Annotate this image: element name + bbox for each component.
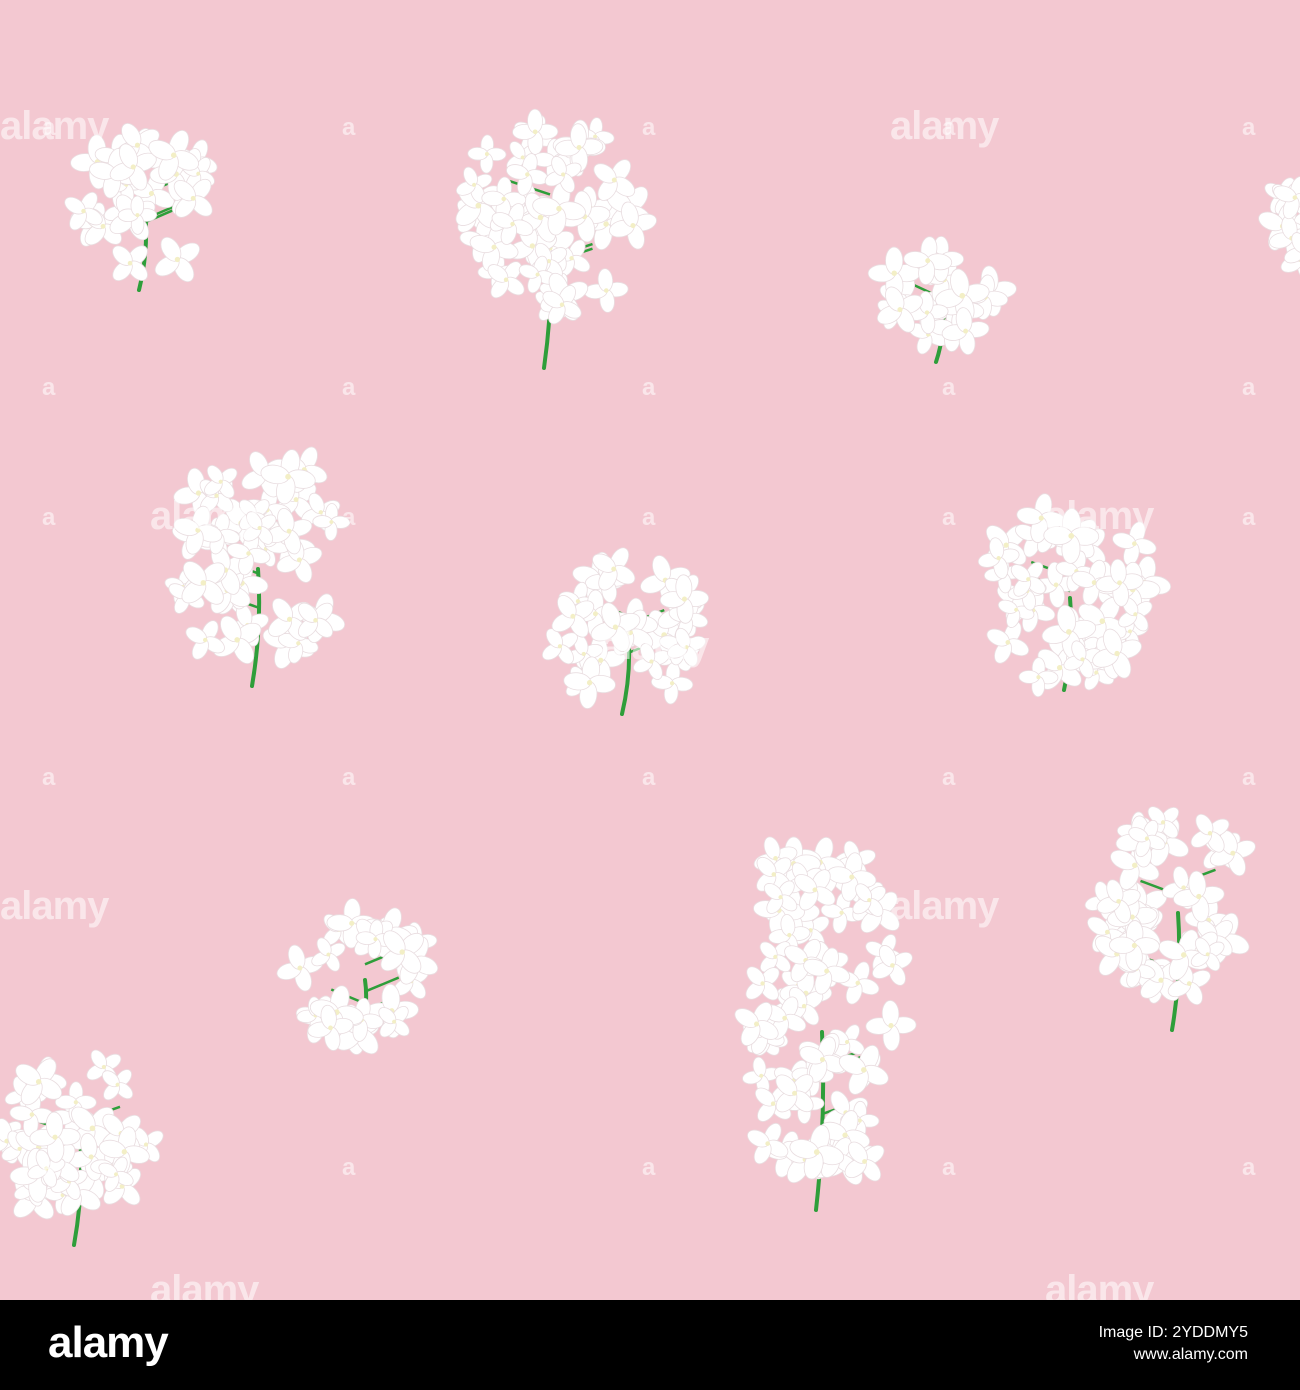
watermark-glyph: a	[1242, 1154, 1256, 1181]
footer-image-info: Image ID: 2YDDMY5 www.alamy.com	[1099, 1322, 1248, 1366]
watermark-glyph: a	[42, 114, 56, 141]
watermark-glyph: a	[342, 1154, 356, 1181]
watermark: alamy	[150, 1268, 259, 1300]
watermark-glyph: a	[342, 374, 356, 401]
watermark-glyph: a	[942, 504, 956, 531]
image-id: Image ID: 2YDDMY5	[1098, 1324, 1248, 1341]
watermark: alamy	[890, 884, 999, 928]
photo: alamy alamy alamy alamy alamy alamy alam…	[0, 0, 1300, 1300]
watermark-glyph: a	[942, 374, 956, 401]
watermark-glyph: a	[42, 764, 56, 791]
lilac-cluster	[867, 235, 1017, 364]
watermark-glyph: a	[42, 1154, 56, 1181]
lilac-cluster	[1084, 806, 1256, 1032]
lilac-cluster	[276, 898, 439, 1055]
lilac-cluster	[164, 446, 351, 688]
watermark-glyph: a	[642, 764, 656, 791]
watermark-glyph: a	[42, 504, 56, 531]
watermark-glyph: a	[42, 374, 56, 401]
site-url: www.alamy.com	[1133, 1346, 1248, 1363]
watermark-glyph: a	[1242, 764, 1256, 791]
watermark-glyph: a	[942, 764, 956, 791]
footer-bar: alamy Image ID: 2YDDMY5 www.alamy.com	[0, 1300, 1300, 1390]
watermark: alamy	[1045, 1268, 1154, 1300]
watermark-glyph: a	[1242, 504, 1256, 531]
watermark: alamy	[150, 494, 259, 538]
watermark-glyph: a	[942, 114, 956, 141]
watermark-glyph: a	[1242, 374, 1256, 401]
watermark: alamy	[0, 884, 109, 928]
watermark-glyph: a	[1242, 114, 1256, 141]
watermark-glyph: a	[642, 114, 656, 141]
lilac-cluster	[455, 108, 657, 370]
watermark-glyph: a	[642, 374, 656, 401]
footer-logo: alamy	[48, 1318, 169, 1367]
watermark-glyph: a	[942, 1154, 956, 1181]
lilac-cluster	[0, 1049, 164, 1247]
watermark-glyph: a	[642, 1154, 656, 1181]
watermark-glyph: a	[342, 114, 356, 141]
lilac-cluster	[1258, 175, 1300, 281]
watermark-glyph: a	[342, 504, 356, 531]
watermark-glyph: a	[342, 764, 356, 791]
watermark-glyph: a	[642, 504, 656, 531]
watermark: alamy	[600, 624, 709, 668]
watermark: alamy	[1045, 494, 1154, 538]
